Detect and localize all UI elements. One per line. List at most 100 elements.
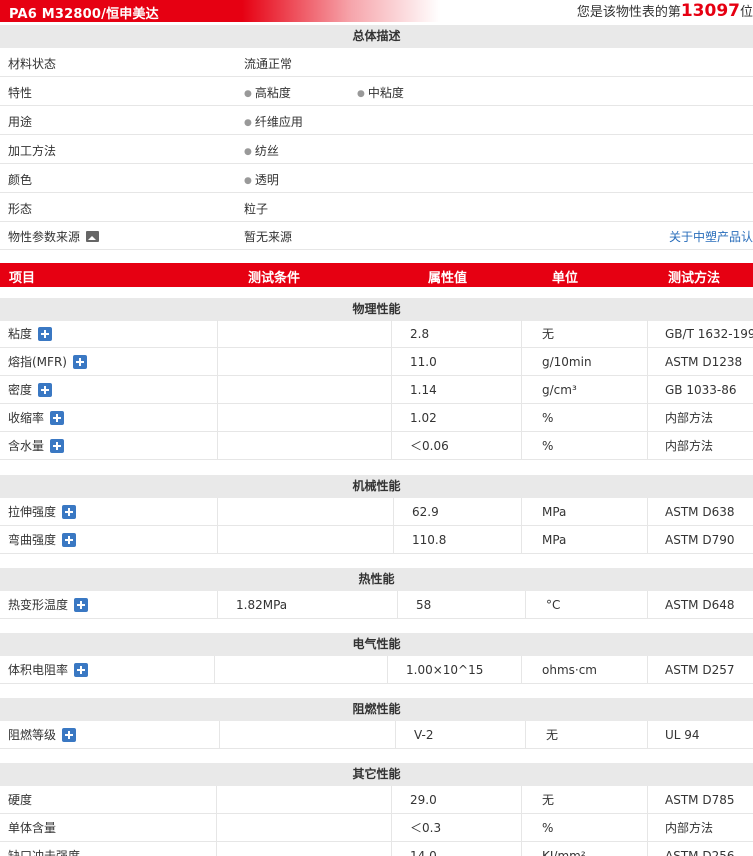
property-name: 拉伸强度 [0,498,218,526]
property-value: 62.9 [394,498,522,526]
overview-value: ● 纤维应用 [244,115,303,129]
section-title: 其它性能 [0,763,753,786]
table-row: 拉伸强度 62.9 MPa ASTM D638 [0,498,753,526]
property-name: 含水量 [0,432,218,460]
col-value: 属性值 [428,271,468,286]
test-condition [218,348,392,376]
overview-row: 用途 ● 纤维应用 [0,106,753,135]
test-condition [217,842,392,856]
section-title: 物理性能 [0,298,753,321]
test-method: 内部方法 [665,439,714,453]
table-row: 密度 1.14 g/cm³ GB 1033-86 [0,376,753,404]
expand-plus-icon[interactable] [74,598,89,612]
property-value: 1.00×10^15 [388,656,522,684]
image-icon[interactable] [86,231,100,242]
overview-row: 形态 粒子 [0,193,753,222]
view-rank: 您是该物性表的第13097位 [577,1,753,21]
col-method: 测试方法 [668,271,721,286]
page-header: PA6 M32800/恒申美达 您是该物性表的第13097位 [0,0,753,22]
test-method: GB 1033-86 [665,383,737,397]
section-title: 热性能 [0,568,753,591]
certification-link[interactable]: 关于中塑产品认 [669,228,753,245]
test-method: UL 94 [665,728,700,742]
test-condition [218,320,392,348]
test-condition [220,721,396,749]
property-name: 单体含量 [0,814,217,842]
property-unit: KJ/mm² [522,842,648,856]
property-unit: g/10min [522,348,648,376]
test-condition [217,814,392,842]
property-value: 2.8 [392,320,522,348]
bullet-icon: ● [244,118,252,128]
table-row: 含水量 ＜0.06% 内部方法 [0,432,753,460]
property-value: 1.02 [392,404,522,432]
expand-plus-icon[interactable] [50,411,65,425]
property-unit: °C [526,591,648,619]
overview-row: 特性 ● 高粘度 ● 中粘度 [0,77,753,106]
rank-number: 13097 [680,1,740,21]
property-unit: 无 [522,320,648,348]
bullet-icon: ● [244,176,252,186]
property-unit: 无 [526,721,648,749]
property-table-header: 项目 测试条件 属性值 单位 测试方法 [0,263,753,287]
overview-title: 总体描述 [0,25,753,48]
expand-plus-icon[interactable] [50,439,65,453]
overview-value: ● 纺丝 [244,144,279,158]
property-name: 熔指(MFR) [0,348,218,376]
property-name: 弯曲强度 [0,526,218,554]
property-value: 1.14 [392,376,522,404]
test-condition [218,376,392,404]
expand-plus-icon[interactable] [72,355,87,369]
property-name: 缺口冲击强度 [0,842,217,856]
table-row: 收缩率 1.02% 内部方法 [0,404,753,432]
property-unit: MPa [522,498,648,526]
test-condition: 1.82MPa [218,591,398,619]
expand-plus-icon[interactable] [62,505,77,519]
property-value: ＜0.3 [392,814,522,842]
table-row: 粘度 2.8无 GB/T 1632-1993 [0,320,753,348]
test-method: 内部方法 [665,411,714,425]
property-value: 58 [398,591,526,619]
test-method: ASTM D1238 [665,355,743,369]
property-name: 收缩率 [0,404,218,432]
property-unit: MPa [522,526,648,554]
test-method: ASTM D638 [665,505,735,519]
table-row: 单体含量 ＜0.3% 内部方法 [0,814,753,842]
col-item: 项目 [9,271,36,286]
property-value: 29.0 [392,786,522,814]
bullet-icon: ● [244,147,252,157]
overview-value: 流通正常 [244,57,293,71]
expand-plus-icon[interactable] [38,383,53,397]
table-row: 弯曲强度 110.8 MPa ASTM D790 [0,526,753,554]
property-name: 密度 [0,376,218,404]
section-title: 电气性能 [0,633,753,656]
overview-row: 材料状态 流通正常 [0,48,753,77]
section-title: 机械性能 [0,475,753,498]
expand-plus-icon[interactable] [62,728,77,742]
section-title: 阻燃性能 [0,698,753,721]
test-method: ASTM D790 [665,533,735,547]
overview-key: 材料状态 [8,57,57,71]
expand-plus-icon[interactable] [62,533,77,547]
overview-row: 加工方法 ● 纺丝 [0,135,753,164]
rank-prefix: 您是该物性表的第 [576,5,681,20]
expand-plus-icon[interactable] [38,327,53,341]
property-unit: 无 [522,786,648,814]
expand-plus-icon[interactable] [74,663,89,677]
overview-key: 用途 [8,115,33,129]
table-row: 缺口冲击强度 14.0 KJ/mm² ASTM D256 [0,842,753,856]
property-name: 硬度 [0,786,217,814]
test-condition [218,526,394,554]
overview-key: 形态 [8,202,33,216]
property-name: 体积电阻率 [0,656,215,684]
property-unit: % [522,432,648,460]
test-condition [215,656,388,684]
test-method: ASTM D785 [665,793,735,807]
overview-value: ● 透明 [244,173,279,187]
col-unit: 单位 [552,271,579,286]
table-row: 阻燃等级 V-2 无 UL 94 [0,721,753,749]
property-value: 11.0 [392,348,522,376]
test-condition [217,786,392,814]
product-title: PA6 M32800/恒申美达 [9,7,159,22]
test-method: GB/T 1632-1993 [665,327,753,341]
